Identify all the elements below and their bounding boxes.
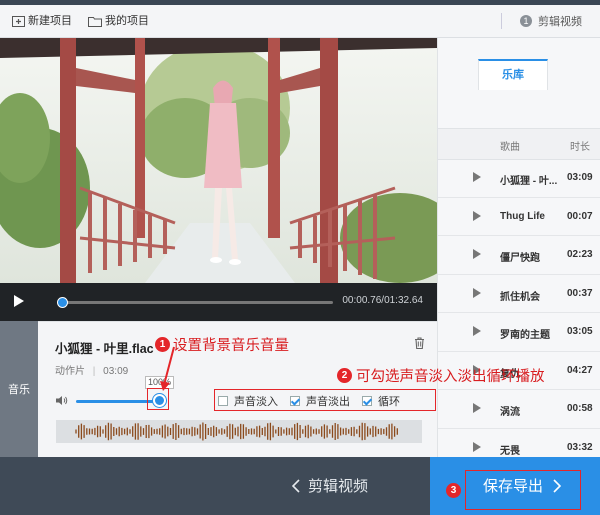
step-number: 1 bbox=[520, 15, 532, 27]
play-icon[interactable] bbox=[473, 172, 481, 182]
my-projects-label: 我的项目 bbox=[105, 15, 149, 27]
play-icon[interactable] bbox=[13, 294, 25, 308]
annotation-box-volume bbox=[147, 388, 169, 410]
back-to-edit-button[interactable]: 剪辑视频 bbox=[292, 475, 368, 496]
song-duration: 03:05 bbox=[567, 326, 593, 337]
play-icon[interactable] bbox=[473, 441, 481, 452]
music-sidebar-tab[interactable]: 音乐 bbox=[0, 321, 38, 457]
song-duration: 04:27 bbox=[567, 364, 593, 376]
annotation-number-3: 3 bbox=[446, 483, 461, 498]
song-duration: 02:23 bbox=[567, 249, 593, 260]
play-icon[interactable] bbox=[473, 403, 481, 413]
song-duration: 00:37 bbox=[567, 287, 593, 299]
song-name: 小狐狸 - 叶... bbox=[500, 176, 558, 187]
toolbar-divider bbox=[501, 13, 502, 29]
library-row[interactable]: 涡流 00:58 bbox=[438, 390, 600, 429]
video-controls: 00:00.76/01:32.64 bbox=[0, 283, 437, 321]
library-row[interactable]: 小狐狸 - 叶... 03:09 bbox=[438, 159, 600, 198]
toolbar: 新建项目 我的项目 1 剪辑视频 bbox=[0, 5, 600, 38]
volume-icon bbox=[56, 396, 68, 405]
song-duration: 03:32 bbox=[567, 441, 593, 453]
header-duration: 时长 bbox=[570, 142, 590, 153]
library-row[interactable]: 抓住机会 00:37 bbox=[438, 275, 600, 313]
folder-icon bbox=[88, 16, 102, 27]
my-projects-button[interactable]: 我的项目 bbox=[88, 5, 149, 37]
music-library-panel: 乐库 歌曲 时长 小狐狸 - 叶... 03:09 Thug Life 00:07 … bbox=[437, 38, 600, 467]
play-icon[interactable] bbox=[473, 326, 481, 336]
video-frame-image bbox=[0, 38, 437, 283]
song-duration: 03:09 bbox=[103, 366, 129, 377]
annotation-text-1: 设置背景音乐音量 bbox=[173, 338, 289, 354]
song-duration: 00:07 bbox=[567, 210, 593, 222]
song-name: 罗南的主题 bbox=[500, 330, 550, 341]
song-name: 僵尸快跑 bbox=[500, 253, 540, 264]
new-project-label: 新建项目 bbox=[28, 15, 72, 27]
song-meta: 动作片 | 03:09 bbox=[55, 366, 129, 377]
waveform-bars bbox=[75, 422, 398, 441]
trash-icon[interactable] bbox=[414, 337, 425, 349]
library-row[interactable]: Thug Life 00:07 bbox=[438, 198, 600, 236]
song-name: Thug Life bbox=[500, 210, 545, 222]
new-project-button[interactable]: 新建项目 bbox=[12, 5, 72, 37]
annotation-number-1: 1 bbox=[155, 337, 170, 352]
library-song-list: 小狐狸 - 叶... 03:09 Thug Life 00:07 僵尸快跑 02:23… bbox=[438, 159, 600, 467]
chevron-left-icon bbox=[292, 478, 300, 493]
annotation-number-2: 2 bbox=[337, 368, 352, 383]
video-time: 00:00.76/01:32.64 bbox=[342, 295, 423, 306]
annotation-text-2: 可勾选声音淡入淡出循环播放 bbox=[356, 369, 545, 385]
song-name: 涡流 bbox=[500, 407, 520, 418]
annotation-box-save bbox=[465, 470, 581, 510]
back-button-label: 剪辑视频 bbox=[308, 478, 369, 495]
header-song: 歌曲 bbox=[500, 142, 520, 153]
music-sidebar-label: 音乐 bbox=[8, 384, 30, 396]
song-title: 小狐狸 - 叶里.flac bbox=[55, 342, 154, 356]
annotation-box-options bbox=[214, 389, 436, 411]
song-name: 无畏 bbox=[500, 445, 520, 457]
waveform-graphic bbox=[75, 422, 398, 441]
play-icon[interactable] bbox=[473, 210, 481, 221]
library-table-header: 歌曲 时长 bbox=[438, 128, 600, 160]
video-preview[interactable] bbox=[0, 38, 437, 283]
library-row[interactable]: 僵尸快跑 02:23 bbox=[438, 236, 600, 275]
play-icon[interactable] bbox=[473, 249, 481, 259]
song-type: 动作片 bbox=[55, 366, 85, 377]
song-name: 抓住机会 bbox=[500, 291, 540, 303]
new-project-icon bbox=[12, 15, 25, 27]
tab-music-library[interactable]: 乐库 bbox=[478, 59, 548, 90]
video-progress-track[interactable] bbox=[57, 297, 333, 308]
step-label: 剪辑视频 bbox=[538, 16, 582, 28]
song-duration: 03:09 bbox=[567, 172, 593, 183]
video-progress-thumb[interactable] bbox=[57, 297, 69, 308]
audio-waveform bbox=[56, 420, 422, 443]
step-indicator: 1 剪辑视频 bbox=[520, 5, 582, 37]
library-row[interactable]: 罗南的主题 03:05 bbox=[438, 313, 600, 352]
play-icon[interactable] bbox=[473, 287, 481, 298]
song-duration: 00:58 bbox=[567, 403, 593, 414]
